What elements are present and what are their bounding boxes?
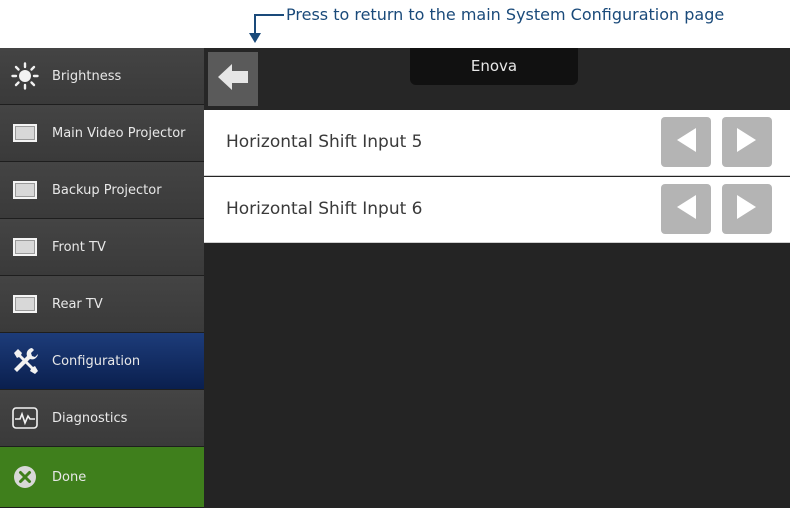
sidebar-item-label: Backup Projector: [52, 182, 162, 198]
setting-row: Horizontal Shift Input 5: [204, 110, 790, 176]
sidebar-item-rear-tv[interactable]: Rear TV: [0, 276, 204, 333]
triangle-left-icon: [674, 126, 698, 158]
sidebar-item-label: Diagnostics: [52, 410, 128, 426]
increase-button[interactable]: [722, 184, 772, 234]
sidebar-item-done[interactable]: Done: [0, 447, 204, 508]
display-icon: [10, 289, 40, 319]
triangle-right-icon: [735, 126, 759, 158]
setting-row-label: Horizontal Shift Input 5: [226, 132, 423, 152]
callout-line-horizontal: [254, 14, 284, 16]
sidebar-item-label: Done: [52, 469, 87, 485]
sidebar-item-label: Configuration: [52, 353, 141, 369]
content-area: Enova Horizontal Shift Input 5 Horizonta…: [204, 48, 790, 508]
sidebar-item-label: Front TV: [52, 239, 106, 255]
sidebar-item-label: Brightness: [52, 68, 122, 84]
sidebar-item-configuration[interactable]: Configuration: [0, 333, 204, 390]
sidebar-item-backup-projector[interactable]: Backup Projector: [0, 162, 204, 219]
increase-button[interactable]: [722, 117, 772, 167]
sidebar-item-main-video-projector[interactable]: Main Video Projector: [0, 105, 204, 162]
callout-text: Press to return to the main System Confi…: [286, 5, 725, 24]
waveform-icon: [10, 403, 40, 433]
back-arrow-icon: [216, 60, 250, 98]
sidebar: Brightness Main Video Projector Backup P…: [0, 48, 204, 508]
callout-line-vertical: [254, 14, 256, 34]
display-icon: [10, 232, 40, 262]
brightness-icon: [10, 61, 40, 91]
header-bar: Enova: [204, 48, 790, 111]
callout-arrow-icon: [249, 33, 261, 43]
triangle-left-icon: [674, 193, 698, 225]
touch-panel: Brightness Main Video Projector Backup P…: [0, 48, 790, 508]
back-button[interactable]: [208, 52, 258, 106]
close-circle-icon: [10, 462, 40, 492]
display-icon: [10, 175, 40, 205]
sidebar-item-brightness[interactable]: Brightness: [0, 48, 204, 105]
decrease-button[interactable]: [661, 184, 711, 234]
display-icon: [10, 118, 40, 148]
sidebar-item-label: Main Video Projector: [52, 125, 186, 141]
page-title: Enova: [410, 48, 578, 85]
sidebar-item-label: Rear TV: [52, 296, 103, 312]
sidebar-item-front-tv[interactable]: Front TV: [0, 219, 204, 276]
sidebar-item-diagnostics[interactable]: Diagnostics: [0, 390, 204, 447]
setting-row: Horizontal Shift Input 6: [204, 177, 790, 243]
decrease-button[interactable]: [661, 117, 711, 167]
triangle-right-icon: [735, 193, 759, 225]
tools-icon: [10, 346, 40, 376]
setting-row-label: Horizontal Shift Input 6: [226, 199, 423, 219]
